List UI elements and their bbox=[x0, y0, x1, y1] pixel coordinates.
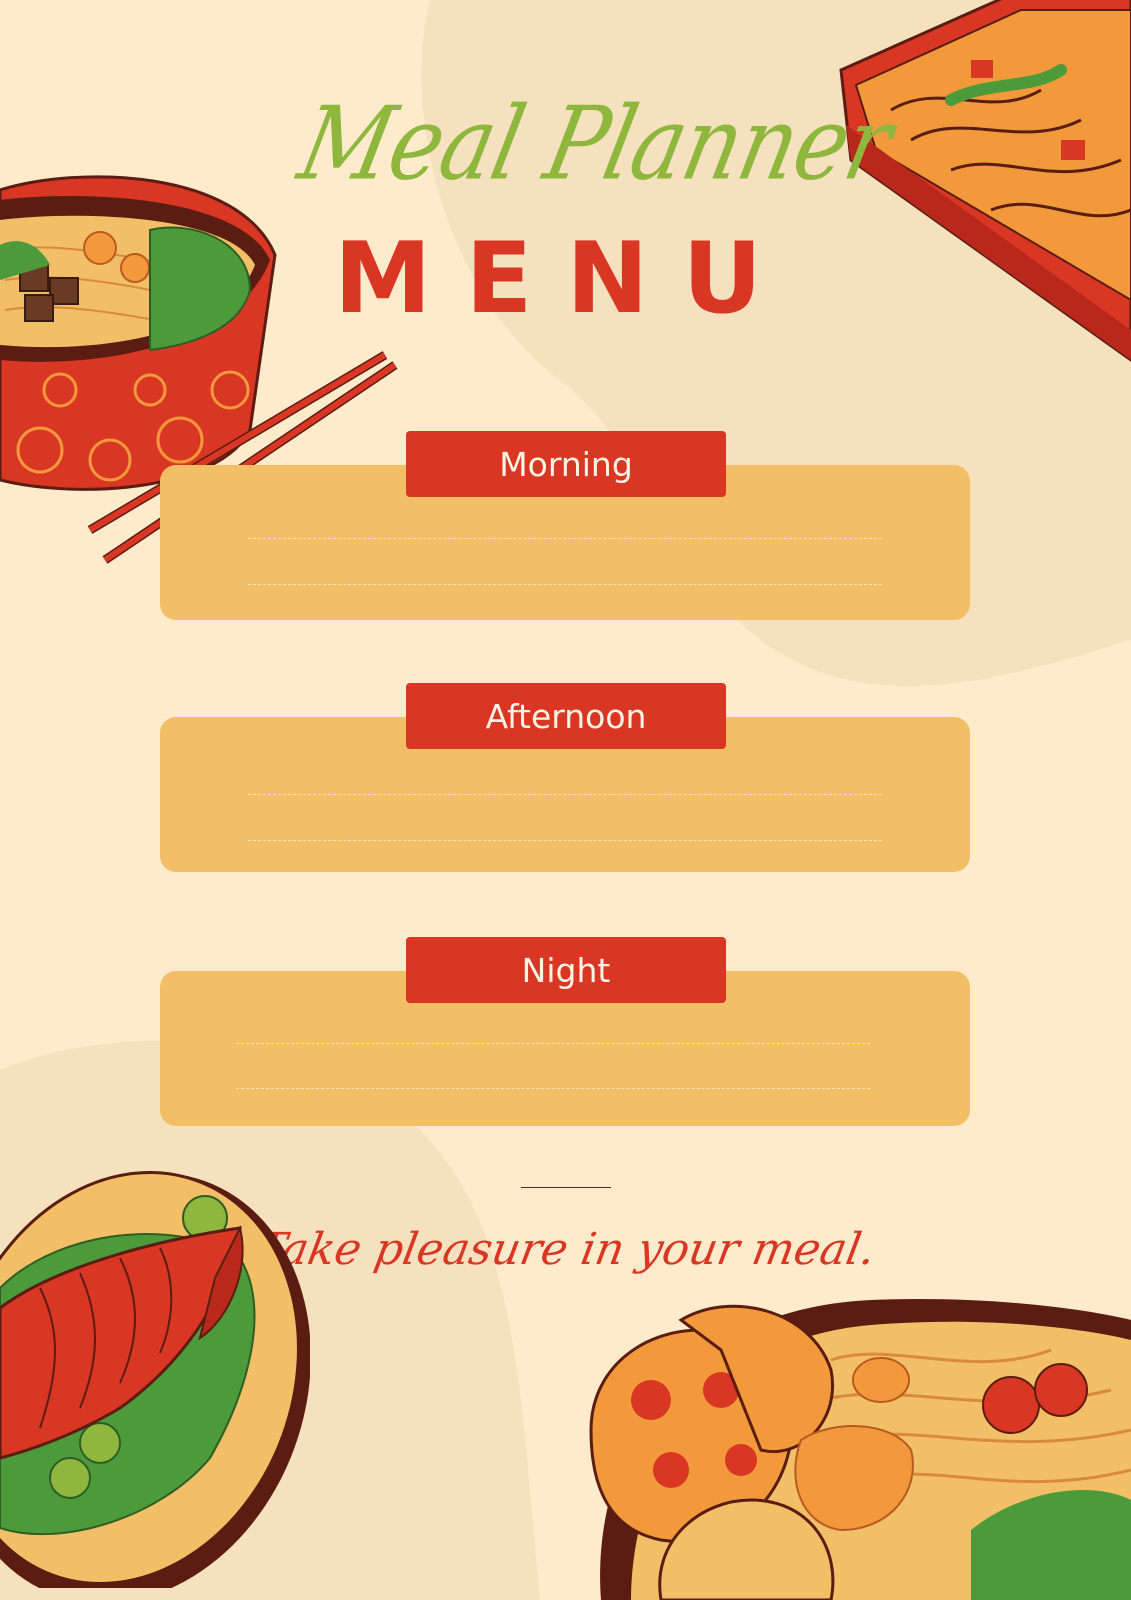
page-title: MENU bbox=[333, 222, 797, 336]
afternoon-section: Afternoon bbox=[160, 683, 970, 872]
night-section: Night bbox=[160, 937, 970, 1126]
morning-section: Morning bbox=[160, 431, 970, 620]
writing-line bbox=[248, 840, 882, 841]
writing-line bbox=[236, 1088, 870, 1089]
writing-line bbox=[248, 794, 882, 795]
grilled-fish-plate-icon bbox=[0, 1170, 310, 1588]
section-label-night: Night bbox=[406, 937, 726, 1003]
script-title: Meal Planner bbox=[289, 84, 902, 203]
writing-line bbox=[248, 538, 882, 539]
writing-line bbox=[236, 1043, 870, 1044]
section-label-afternoon: Afternoon bbox=[406, 683, 726, 749]
section-label-morning: Morning bbox=[406, 431, 726, 497]
writing-line bbox=[248, 584, 882, 585]
rice-bowl-icon bbox=[589, 1299, 1131, 1600]
divider bbox=[521, 1187, 611, 1188]
